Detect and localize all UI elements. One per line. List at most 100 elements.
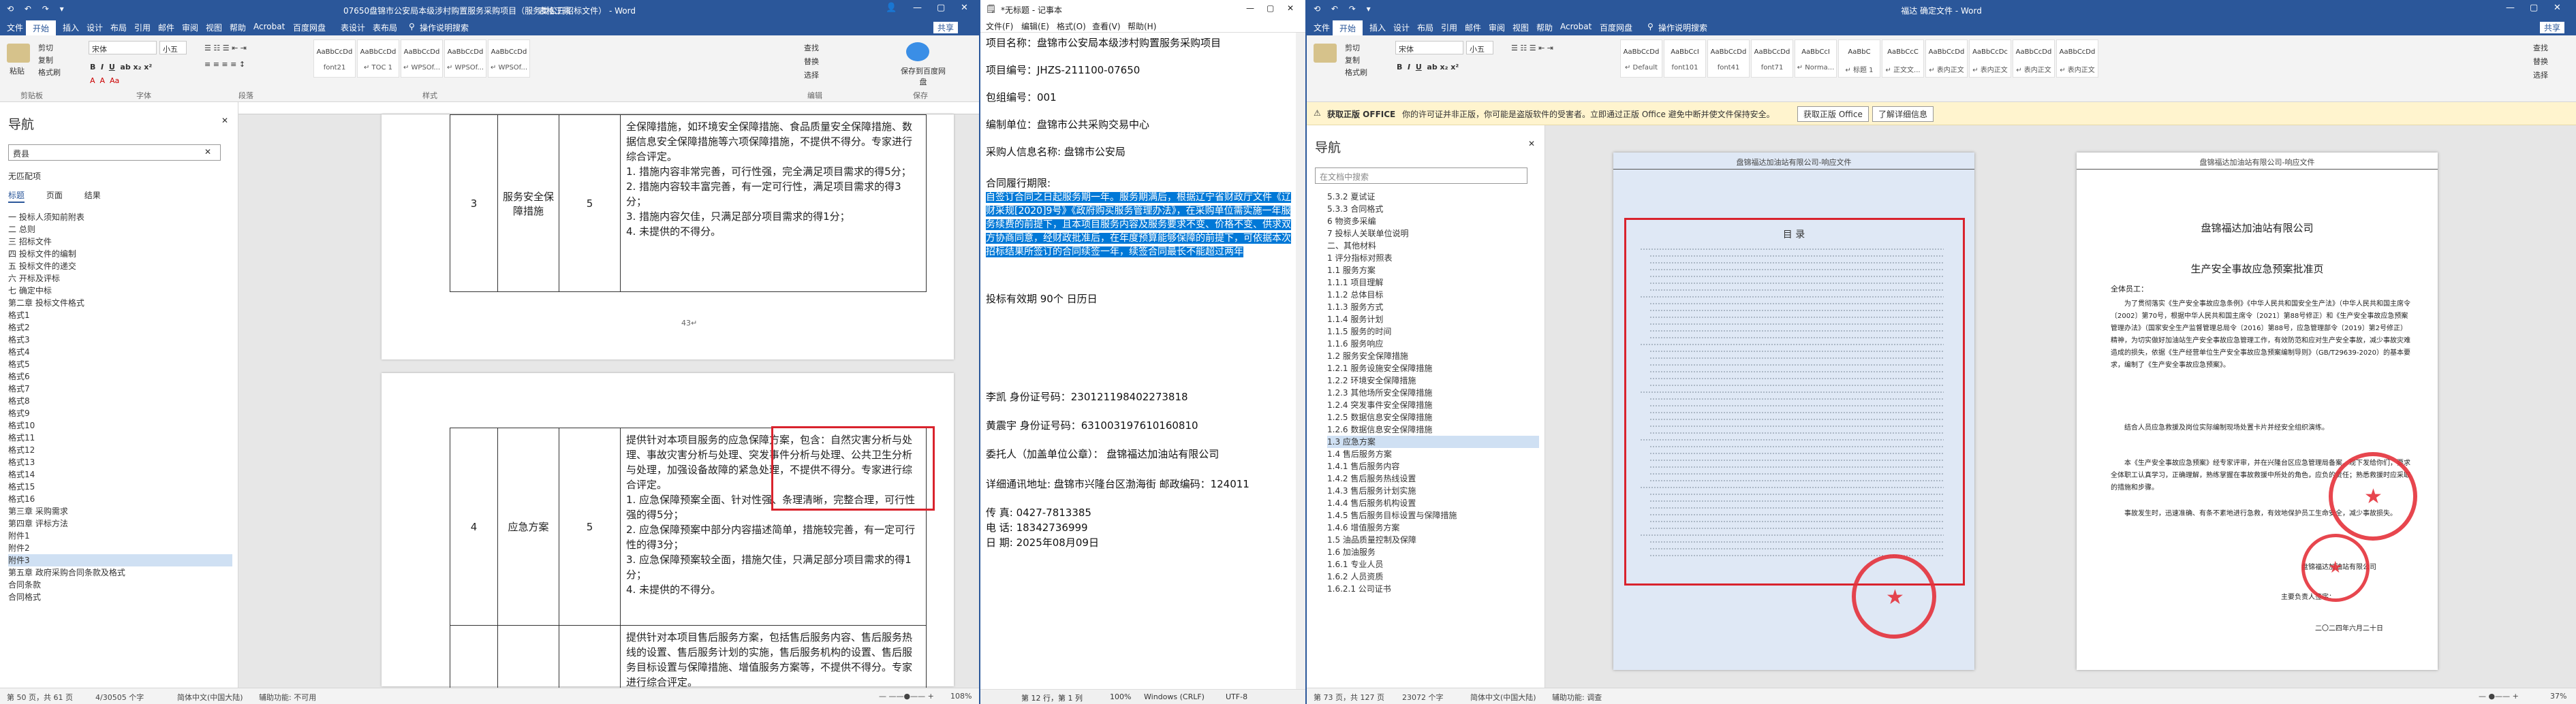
nav-item[interactable]: 合同格式 [8,591,232,603]
nav-item[interactable]: 1.1.4 服务计划 [1327,313,1539,325]
tab-help[interactable]: 帮助 [1536,22,1553,33]
nav-item[interactable]: 七 确定中标 [8,285,232,297]
nav-item[interactable]: 格式5 [8,358,232,370]
tab-baidu[interactable]: 百度网盘 [1600,22,1632,33]
learn-more-button[interactable]: 了解详细信息 [1872,106,1934,122]
tab-view[interactable]: 视图 [206,22,222,33]
bold-button[interactable]: B I U ab x₂ x² [90,63,152,71]
tab-table-layout[interactable]: 表布局 [373,22,397,33]
word-count[interactable]: 4/30505 个字 [95,692,144,703]
find-button[interactable]: 查找 [2533,42,2548,53]
style-item[interactable]: AaBbCcDd font41 [1707,39,1750,78]
nav-item[interactable]: 格式15 [8,481,232,493]
nav-item[interactable]: 1.2.5 数据信息安全保障措施 [1327,411,1539,423]
vertical-scrollbar[interactable] [1296,33,1305,689]
style-item[interactable]: AaBbCcDd ↵ 表内正文 [1925,39,1968,78]
nav-item[interactable]: 格式1 [8,309,232,321]
nav-item[interactable]: 第五章 政府采购合同条款及格式 [8,566,232,579]
tab-pages[interactable]: 页面 [46,191,63,200]
zoom-slider[interactable]: — ——●—— + [879,692,934,701]
nav-item[interactable]: 1 评分指标对照表 [1327,252,1539,264]
menu-edit[interactable]: 编辑(E) [1021,20,1049,32]
nav-item[interactable]: 1.4.3 售后服务计划实施 [1327,485,1539,497]
zoom-level[interactable]: 108% [950,692,972,701]
close-icon[interactable]: ✕ [221,116,228,125]
minimize-icon[interactable]: — [2506,3,2515,13]
menu-file[interactable]: 文件(F) [986,20,1013,32]
clear-search-icon[interactable]: ✕ [204,147,211,157]
nav-item[interactable]: 1.4.5 售后服务目标设置与保障措施 [1327,509,1539,522]
nav-item[interactable]: 附件1 [8,530,232,542]
nav-item[interactable]: 1.2.1 服务设施安全保障措施 [1327,362,1539,374]
nav-item[interactable]: 1.4.6 增值服务方案 [1327,522,1539,534]
paste-icon[interactable] [7,44,30,63]
get-office-button[interactable]: 获取正版 Office [1797,106,1869,122]
nav-item[interactable]: 附件2 [8,542,232,554]
zoom-level[interactable]: 37% [2550,692,2566,701]
tab-mailings[interactable]: 邮件 [158,22,174,33]
nav-item[interactable]: 六 开标及评标 [8,272,232,285]
nav-item[interactable]: 1.1.5 服务的时间 [1327,325,1539,338]
paste-icon[interactable] [1314,44,1337,63]
nav-item[interactable]: 1.4 售后服务方案 [1327,448,1539,460]
share-button[interactable]: 共享 [933,22,959,33]
nav-item[interactable]: 格式12 [8,444,232,456]
word-count[interactable]: 23072 个字 [1402,692,1444,703]
style-font21[interactable]: AaBbCcDd font21 [313,39,356,78]
nav-search-input[interactable]: 费县 [8,144,221,161]
nav-item[interactable]: 格式4 [8,346,232,358]
nav-item[interactable]: 第二章 投标文件格式 [8,297,232,309]
tab-layout[interactable]: 布局 [1417,22,1433,33]
nav-item[interactable]: 格式10 [8,419,232,432]
language[interactable]: 简体中文(中国大陆) [1470,692,1536,703]
tab-baidu[interactable]: 百度网盘 [293,22,326,33]
nav-item[interactable]: 1.4.1 售后服务内容 [1327,460,1539,473]
style-item[interactable]: AaBbCcDd ↵ 表内正文 [2013,39,2055,78]
tab-design[interactable]: 设计 [87,22,103,33]
maximize-icon[interactable]: ▢ [2530,3,2538,13]
bold-button[interactable]: B I U ab x₂ x² [1397,63,1459,71]
nav-item[interactable]: 五 投标文件的递交 [8,260,232,272]
select-button[interactable]: 选择 [2533,69,2548,80]
nav-item[interactable]: 1.6.2 人员资质 [1327,571,1539,583]
nav-item[interactable]: 1.1.6 服务响应 [1327,338,1539,350]
tab-mailings[interactable]: 邮件 [1465,22,1481,33]
nav-item[interactable]: 格式2 [8,321,232,334]
nav-item[interactable]: 一 投标人须知前附表 [8,211,232,223]
format-painter-button[interactable]: 格式刷 [1345,67,1367,78]
paste-button[interactable]: 粘贴 [10,65,25,76]
menu-view[interactable]: 查看(V) [1092,20,1121,32]
nav-item[interactable]: 二 总则 [8,223,232,236]
format-painter-button[interactable]: 格式刷 [38,67,61,78]
replace-button[interactable]: 替换 [804,56,819,67]
account-icon[interactable]: 👤 [886,3,897,13]
close-icon[interactable]: ✕ [2554,3,2561,13]
style-item[interactable]: AaBbCcI ↵ Norma... [1795,39,1837,78]
font-name-select[interactable]: 宋体 [89,41,157,54]
nav-item[interactable]: 1.2.4 突发事件安全保障措施 [1327,399,1539,411]
style-item[interactable]: AaBbCcDc ↵ 表内正文 [1969,39,2011,78]
font-size-select[interactable]: 小五 [1466,41,1493,54]
nav-item[interactable]: 1.1 服务方案 [1327,264,1539,276]
close-icon[interactable]: ✕ [1528,139,1535,148]
style-wps2[interactable]: AaBbCcDd ↵ WPSOf... [444,39,486,78]
style-item[interactable]: AaBbCcI font101 [1664,39,1706,78]
copy-button[interactable]: 复制 [1345,54,1360,65]
tab-file[interactable]: 文件 [7,22,23,33]
cut-button[interactable]: 剪切 [1345,42,1360,53]
nav-item[interactable]: 1.4.2 售后服务热线设置 [1327,473,1539,485]
nav-item[interactable]: 6 物资多采编 [1327,215,1539,227]
accessibility[interactable]: 辅助功能: 不可用 [259,692,316,703]
tab-headings[interactable]: 标题 [8,191,25,203]
page-count[interactable]: 第 50 页，共 61 页 [7,692,73,703]
align-buttons[interactable]: ≡ ≡ ≡ ≡ ↕ [204,60,245,69]
tab-help[interactable]: 帮助 [230,22,246,33]
nav-item[interactable]: 格式13 [8,456,232,468]
tab-review[interactable]: 审阅 [1489,22,1505,33]
page-count[interactable]: 第 73 页，共 127 页 [1314,692,1384,703]
nav-item[interactable]: 格式3 [8,334,232,346]
style-item[interactable]: AaBbCcC ↵ 正文文... [1882,39,1924,78]
tab-references[interactable]: 引用 [1441,22,1457,33]
font-color-button[interactable]: A A Aa [90,76,119,85]
find-button[interactable]: 查找 [804,42,819,53]
